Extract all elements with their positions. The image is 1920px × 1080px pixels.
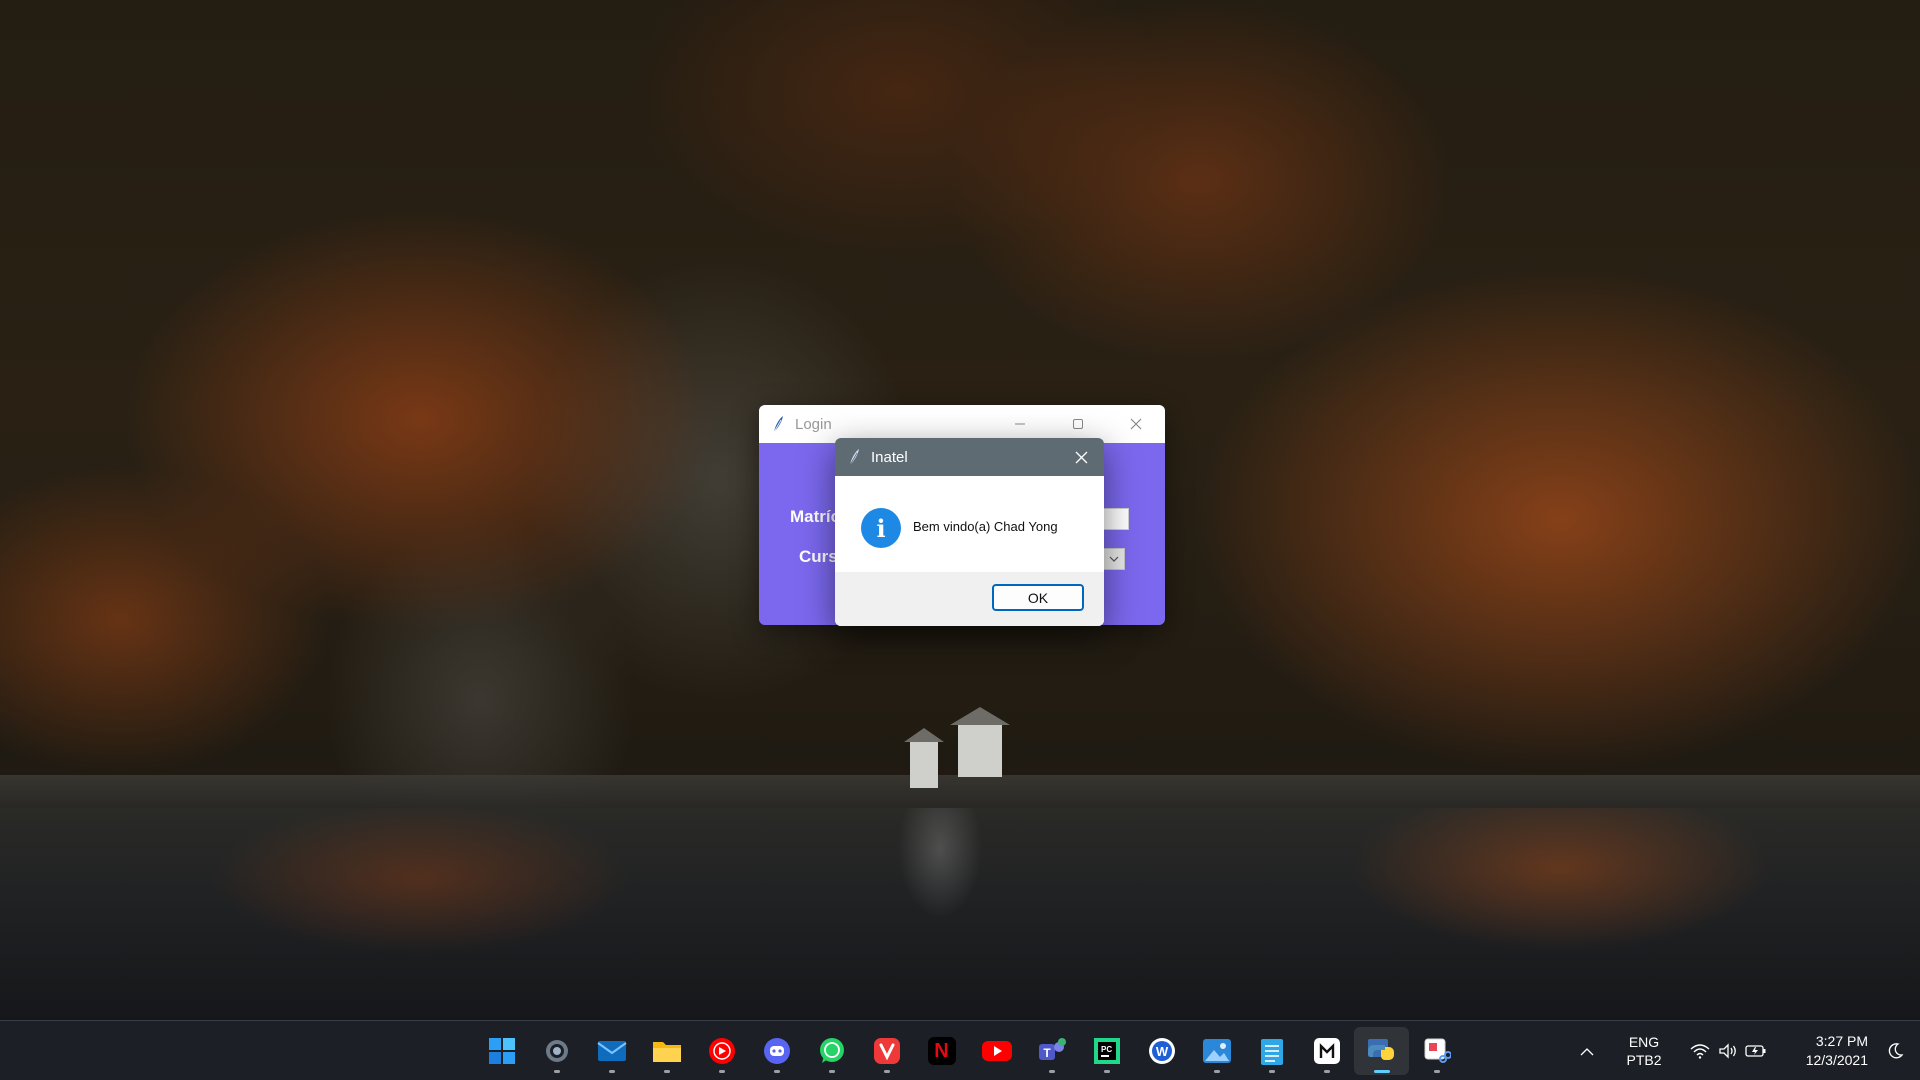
house-roof (950, 707, 1010, 725)
minimize-icon (1015, 423, 1025, 425)
language-code: ENG (1628, 1034, 1660, 1050)
clock-time: 3:27 PM (1815, 1033, 1868, 1049)
windows-start-icon (488, 1038, 515, 1064)
svg-text:W: W (1155, 1044, 1168, 1059)
taskbar-mail[interactable] (584, 1027, 639, 1075)
matricula-label: Matríc (790, 507, 841, 526)
taskbar-terminal-app[interactable] (1299, 1027, 1354, 1075)
taskbar-snipping-tool[interactable] (1409, 1027, 1464, 1075)
lakeside-house (958, 725, 1002, 777)
taskbar-netflix[interactable]: N (914, 1027, 969, 1075)
folder-icon (652, 1042, 681, 1062)
chevron-down-icon (1109, 556, 1119, 562)
battery-charging-icon (1745, 1045, 1766, 1057)
taskbar-vivaldi[interactable] (859, 1027, 914, 1075)
small-lakeside-house (910, 742, 938, 788)
discord-icon (763, 1038, 790, 1064)
youtube-icon (981, 1041, 1012, 1061)
taskbar-python[interactable] (1354, 1027, 1409, 1075)
taskbar-discord[interactable] (749, 1027, 804, 1075)
show-hidden-icons-button[interactable] (1572, 1043, 1602, 1059)
notepad-icon (1260, 1039, 1283, 1065)
terminal-icon (1313, 1038, 1340, 1064)
taskbar-teams[interactable]: T (1024, 1027, 1079, 1075)
clock-date: 12/3/2021 (1805, 1052, 1868, 1068)
volume-button[interactable] (1714, 1043, 1742, 1059)
tk-feather-icon (773, 416, 783, 433)
focus-assist-button[interactable] (1882, 1042, 1908, 1060)
gear-icon (545, 1040, 568, 1062)
messagebox-message: Bem vindo(a) Chad Yong (913, 519, 1058, 534)
messagebox-body: i Bem vindo(a) Chad Yong (835, 476, 1104, 572)
input-language-button[interactable]: ENG PTB2 (1616, 1033, 1672, 1069)
maximize-icon (1073, 419, 1083, 429)
taskbar-start-button[interactable] (474, 1027, 529, 1075)
messagebox-close-button[interactable] (1058, 438, 1104, 476)
mail-icon (596, 1041, 627, 1061)
teams-icon: T (1038, 1038, 1066, 1060)
taskbar-notepad[interactable] (1244, 1027, 1299, 1075)
ok-button[interactable]: OK (992, 584, 1084, 611)
curso-label: Curs (799, 547, 838, 566)
photos-icon (1202, 1039, 1231, 1063)
whatsapp-icon (819, 1038, 844, 1063)
clock-button[interactable]: 3:27 PM 12/3/2021 (1788, 1032, 1868, 1070)
battery-button[interactable] (1742, 1043, 1770, 1059)
taskbar-apps: N T PC W (474, 1021, 1464, 1080)
svg-text:PC: PC (1101, 1045, 1112, 1054)
taskbar-youtube-music[interactable] (694, 1027, 749, 1075)
youtube-music-icon (708, 1038, 735, 1064)
netflix-icon: N (927, 1037, 956, 1065)
shoreline (0, 775, 1920, 809)
wifi-icon (1690, 1044, 1710, 1059)
taskbar-settings[interactable] (529, 1027, 584, 1075)
pycharm-icon: PC (1093, 1038, 1120, 1064)
network-button[interactable] (1686, 1043, 1714, 1059)
login-window-title: Login (795, 415, 832, 433)
taskbar-word-reader[interactable]: W (1134, 1027, 1189, 1075)
curso-combobox[interactable] (1103, 548, 1125, 570)
speaker-icon (1719, 1043, 1736, 1059)
close-icon (1075, 451, 1087, 463)
taskbar-file-explorer[interactable] (639, 1027, 694, 1075)
svg-text:T: T (1043, 1046, 1051, 1060)
word-icon: W (1148, 1038, 1175, 1064)
vivaldi-icon (873, 1038, 900, 1064)
system-tray: ENG PTB2 3:27 PM 12/3/2021 (1572, 1021, 1920, 1080)
info-messagebox[interactable]: Inatel i Bem vindo(a) Chad Yong OK (835, 438, 1104, 626)
messagebox-footer: OK (835, 572, 1104, 626)
close-icon (1130, 418, 1142, 430)
lake-reflection (0, 808, 1920, 1020)
taskbar-youtube[interactable] (969, 1027, 1024, 1075)
small-house-roof (904, 728, 944, 742)
taskbar-whatsapp[interactable] (804, 1027, 859, 1075)
moon-icon (1888, 1043, 1904, 1059)
python-icon (1367, 1039, 1394, 1060)
tk-feather-icon (849, 449, 859, 466)
info-icon: i (861, 508, 901, 548)
taskbar-pycharm[interactable]: PC (1079, 1027, 1134, 1075)
chevron-up-icon (1580, 1048, 1594, 1056)
taskbar-photos[interactable] (1189, 1027, 1244, 1075)
snipping-tool-icon (1424, 1038, 1451, 1063)
keyboard-layout: PTB2 (1626, 1052, 1662, 1068)
taskbar: N T PC W ENG PTB2 3:27 PM 12/3/2021 (0, 1020, 1920, 1080)
messagebox-titlebar[interactable]: Inatel (835, 438, 1104, 476)
messagebox-title: Inatel (871, 448, 908, 466)
matricula-entry[interactable] (1103, 508, 1129, 530)
close-button[interactable] (1107, 405, 1165, 443)
